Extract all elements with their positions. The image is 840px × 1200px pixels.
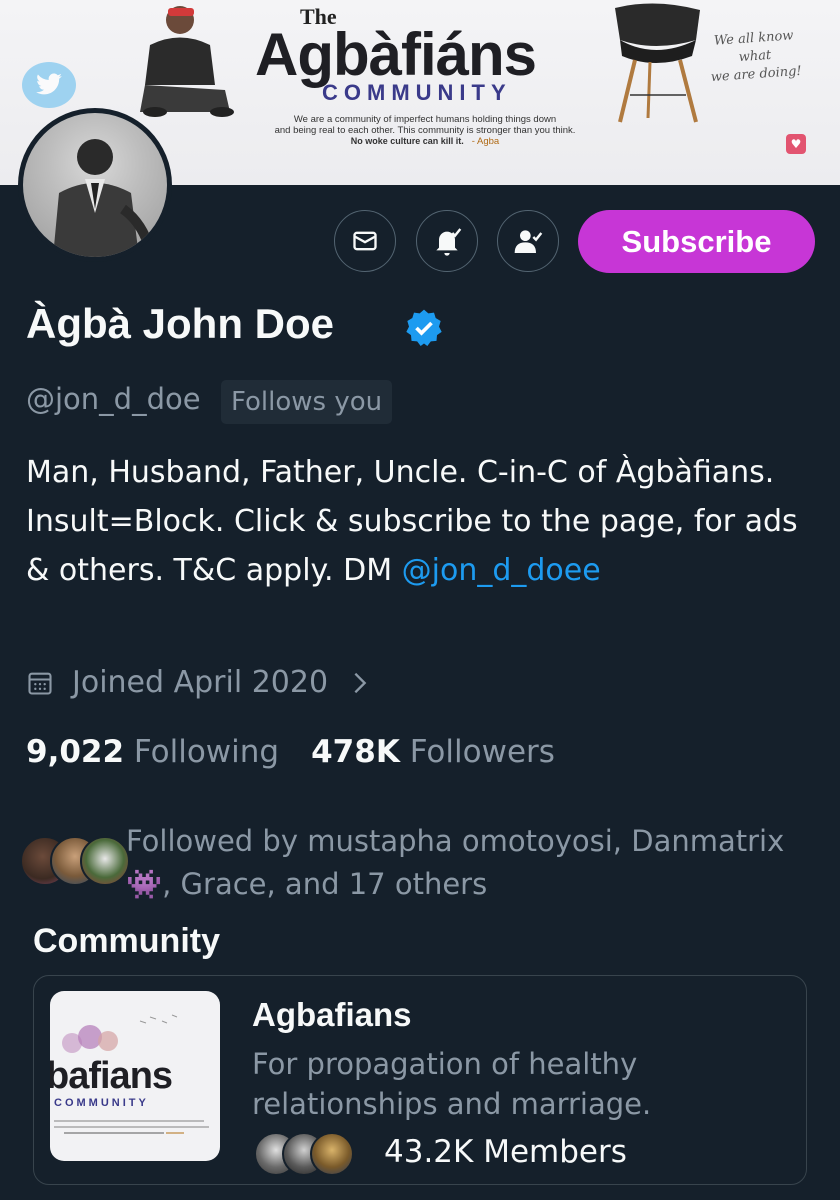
tagline-strong: No woke culture can kill it. <box>350 136 464 146</box>
following-count: 9,022 <box>26 734 125 770</box>
chair-illustration <box>615 3 700 123</box>
followers-link[interactable]: 478K Followers <box>311 734 555 770</box>
handle: @jon_d_doe <box>26 382 201 416</box>
followed-by-text[interactable]: Followed by mustapha omotoyosi, Danmatri… <box>126 820 816 906</box>
follow-stats: 9,022 Following 478K Followers <box>26 734 555 770</box>
banner-community: COMMUNITY <box>322 80 512 105</box>
followed-by-avatars[interactable] <box>20 836 130 886</box>
tagline-line: and being real to each other. This commu… <box>274 125 576 136</box>
community-card[interactable]: bafians COMMUNITY Agbafians For propagat… <box>33 975 807 1185</box>
thumb-tagline-lines <box>54 1120 209 1134</box>
thumb-illustration <box>62 1014 178 1053</box>
community-description: For propagation of healthy relationships… <box>252 1047 652 1121</box>
tagline-signature: - Agba <box>471 136 500 147</box>
following-button[interactable] <box>497 210 559 272</box>
banner-tagline: We are a community of imperfect humans h… <box>255 114 595 147</box>
member-avatars <box>254 1132 374 1176</box>
calendar-icon <box>28 672 52 695</box>
community-thumbnail: bafians COMMUNITY <box>50 991 220 1161</box>
verified-badge-icon <box>406 309 442 346</box>
tagline-line: We are a community of imperfect humans h… <box>293 114 557 125</box>
community-heading: Community <box>33 922 220 960</box>
twitter-bird-icon <box>22 62 76 108</box>
avatar-photo <box>23 113 167 257</box>
followers-label: Followers <box>409 734 555 770</box>
community-name: Agbafians <box>252 996 412 1033</box>
subscribe-button[interactable]: Subscribe <box>578 210 815 273</box>
followed-by-line: 👾, Grace, and 17 others <box>126 867 488 901</box>
notifications-button[interactable] <box>416 210 478 272</box>
bio: Man, Husband, Father, Uncle. C-in-C of À… <box>26 448 816 595</box>
followers-count: 478K <box>311 734 400 770</box>
thumb-brand: bafians <box>50 1055 173 1097</box>
heart-icon: ♥ <box>786 134 806 154</box>
follows-you-badge: Follows you <box>221 380 393 424</box>
banner-script-text: We all know what we are doing! <box>698 26 811 88</box>
following-link[interactable]: 9,022 Following <box>26 734 279 770</box>
member-count: 43.2K Members <box>384 1134 627 1170</box>
chevron-right-icon <box>354 672 367 693</box>
person-check-icon <box>514 230 543 253</box>
followed-by-line: Followed by mustapha omotoyosi, Danmatri… <box>126 824 785 858</box>
thumb-community: COMMUNITY <box>54 1097 149 1109</box>
avatar <box>80 836 130 886</box>
banner-person-illustration <box>140 6 234 117</box>
bio-mention-link[interactable]: @jon_d_doee <box>402 553 601 588</box>
profile-avatar[interactable] <box>18 108 172 262</box>
bell-check-icon <box>436 228 462 256</box>
envelope-icon <box>353 231 377 251</box>
following-label: Following <box>133 734 280 770</box>
tagline-line: No woke culture can kill it. - Agba <box>255 136 595 147</box>
joined-label: Joined April 2020 <box>72 665 329 700</box>
message-button[interactable] <box>334 210 396 272</box>
display-name: Àgbà John Doe <box>26 300 335 347</box>
joined-date[interactable]: Joined April 2020 <box>26 665 368 700</box>
banner-brand: Agbàfiáns <box>255 21 537 88</box>
avatar <box>310 1132 354 1176</box>
